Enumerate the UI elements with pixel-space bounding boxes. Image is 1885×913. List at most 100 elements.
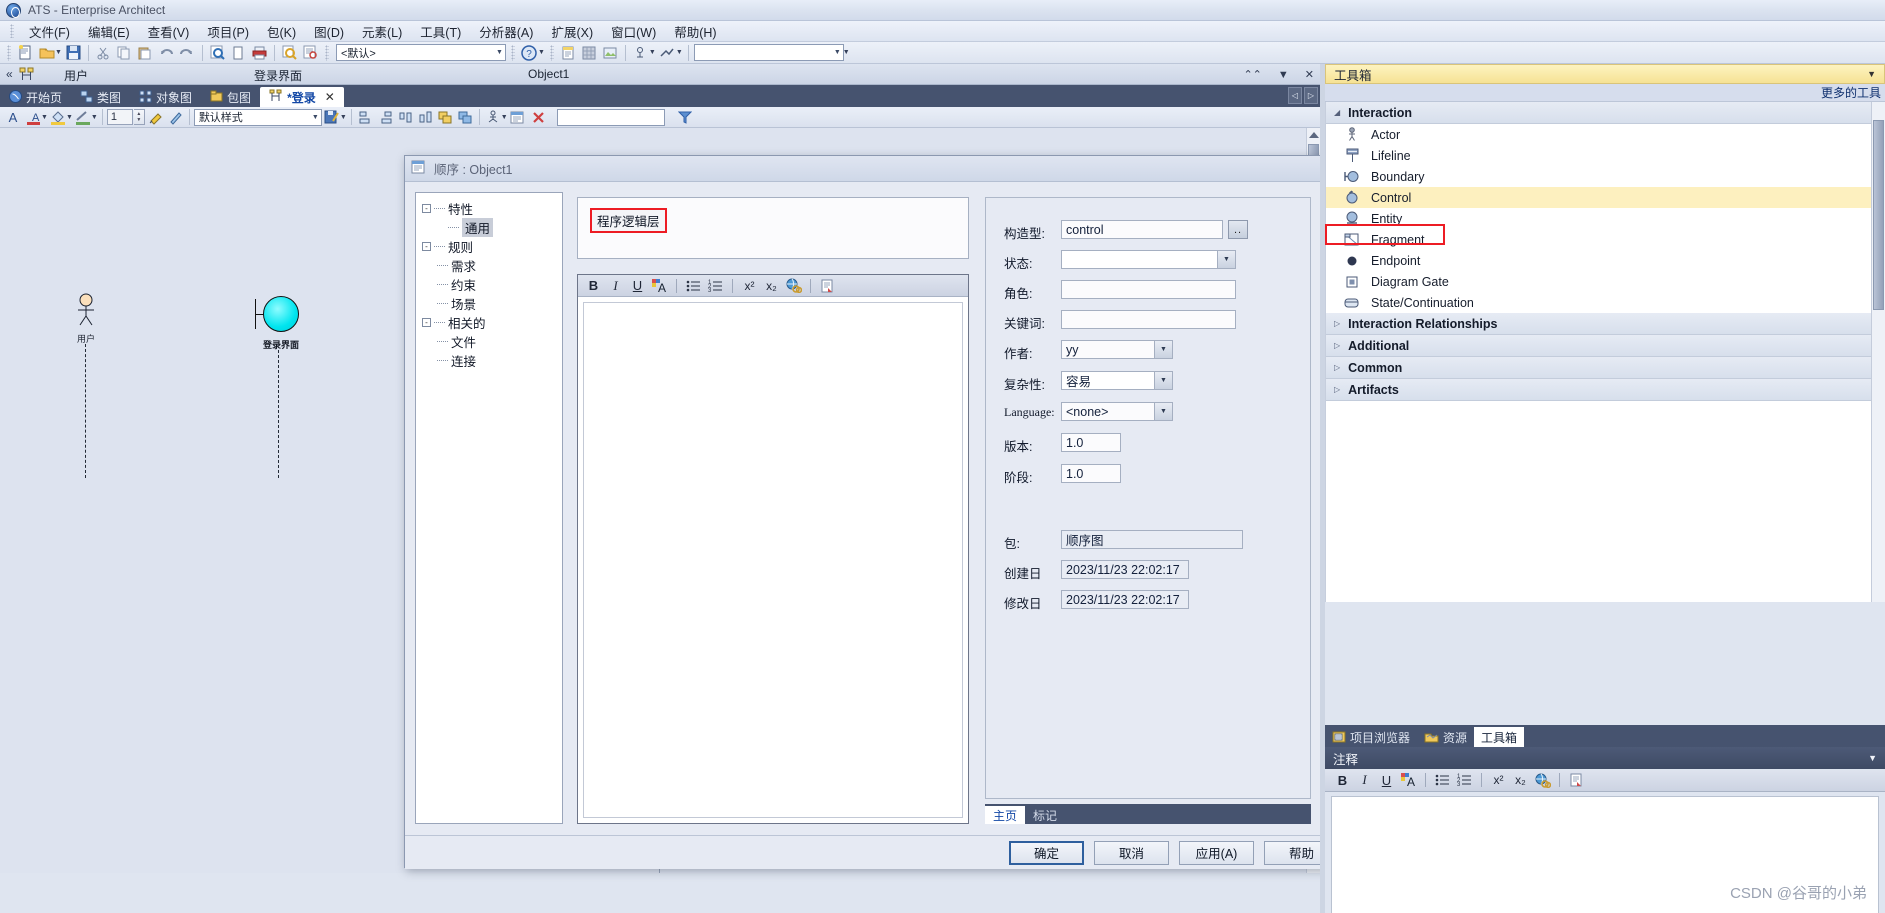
tree-node-links[interactable]: 连接 <box>422 351 562 370</box>
toolbar-grip-icon[interactable] <box>7 44 11 61</box>
toolbar-grip-4-icon[interactable] <box>549 44 554 61</box>
toolbox-group-interaction[interactable]: ◢ Interaction <box>1326 102 1871 124</box>
insert-document-icon-2[interactable] <box>1567 771 1586 789</box>
bold-icon-2[interactable]: B <box>1333 771 1352 789</box>
align-right-icon[interactable] <box>376 108 395 126</box>
tab-scroll-right-icon[interactable]: ▷ <box>1304 87 1318 104</box>
scroll-up-icon[interactable] <box>1309 132 1319 138</box>
tree-node-related[interactable]: - 相关的 <box>422 313 562 332</box>
cancel-button[interactable]: 取消 <box>1094 840 1169 865</box>
breadcrumb-dropdown-icon[interactable]: ▼ <box>1278 69 1289 81</box>
redo-icon[interactable] <box>178 44 197 62</box>
font-color-icon-2[interactable]: A <box>650 277 669 295</box>
toolbox-scroll-thumb[interactable] <box>1873 120 1884 310</box>
apply-button[interactable]: 应用(A) <box>1179 840 1254 865</box>
page-setup-icon[interactable] <box>229 44 248 62</box>
tab-package-diagram[interactable]: 包图 <box>201 88 260 107</box>
tree-node-constraints[interactable]: 约束 <box>422 275 562 294</box>
quick-notes-icon[interactable] <box>559 44 578 62</box>
subtab-main[interactable]: 主页 <box>985 806 1026 824</box>
line-style-icon[interactable] <box>658 44 677 62</box>
superscript-icon-2[interactable]: x² <box>1489 771 1508 789</box>
font-icon[interactable]: A <box>4 108 23 126</box>
notes-text-area[interactable] <box>583 302 963 818</box>
subscript-icon[interactable]: x₂ <box>762 277 781 295</box>
copy-icon[interactable] <box>115 44 134 62</box>
actor-lifeline[interactable] <box>85 344 86 478</box>
cut-icon[interactable] <box>94 44 113 62</box>
underline-icon-2[interactable]: U <box>1377 771 1396 789</box>
complexity-dropdown-icon[interactable]: ▼ <box>1154 371 1173 390</box>
phase-input[interactable]: 1.0 <box>1061 464 1121 483</box>
keywords-input[interactable] <box>1061 310 1236 329</box>
breadcrumb-back-icon[interactable]: « <box>0 67 19 81</box>
align-bottom-icon[interactable] <box>416 108 435 126</box>
menu-analyzer[interactable]: 分析器(A) <box>470 19 542 44</box>
insert-document-icon[interactable] <box>818 277 837 295</box>
toolbox-item-lifeline[interactable]: Lifeline <box>1326 145 1871 166</box>
subscript-icon-2[interactable]: x₂ <box>1511 771 1530 789</box>
diagram-properties-icon[interactable] <box>509 108 528 126</box>
auto-layout-dropdown-icon[interactable]: ▼ <box>649 49 656 56</box>
subtab-tags[interactable]: 标记 <box>1025 806 1065 824</box>
menu-view[interactable]: 查看(V) <box>139 19 199 44</box>
toolbox-item-actor[interactable]: Actor <box>1326 124 1871 145</box>
tab-class-diagram[interactable]: 类图 <box>71 88 130 107</box>
tree-node-requirements[interactable]: 需求 <box>422 256 562 275</box>
tab-object-diagram[interactable]: 对象图 <box>130 88 201 107</box>
image-icon[interactable] <box>601 44 620 62</box>
font-color-icon[interactable]: A <box>24 108 43 126</box>
boundary-element[interactable]: 登录界面 <box>255 296 307 351</box>
diagram-filter-input[interactable] <box>556 108 665 126</box>
open-file-dropdown-icon[interactable]: ▼ <box>55 49 62 56</box>
toolbox-menu-icon[interactable]: ▼ <box>1867 69 1876 79</box>
toolbox-item-control[interactable]: Control <box>1326 187 1871 208</box>
alias-input[interactable] <box>1061 280 1236 299</box>
menu-file[interactable]: 文件(F) <box>20 19 79 44</box>
menu-grip-icon[interactable] <box>10 24 14 38</box>
search-icon[interactable] <box>280 44 299 62</box>
tab-scroll-left-icon[interactable]: ◁ <box>1288 87 1302 104</box>
tab-login-sequence[interactable]: *登录 ✕ <box>260 87 344 107</box>
toolbox-item-boundary[interactable]: Boundary <box>1326 166 1871 187</box>
menu-edit[interactable]: 编辑(E) <box>79 19 139 44</box>
tree-expander-icon[interactable]: - <box>422 204 431 213</box>
language-dropdown-icon[interactable]: ▼ <box>1154 402 1173 421</box>
toolbar-search-input[interactable]: ▼ <box>693 44 844 61</box>
breadcrumb-segment-2[interactable]: 登录界面 <box>254 67 302 84</box>
fill-color-icon[interactable] <box>49 108 68 126</box>
menu-window[interactable]: 窗口(W) <box>602 19 665 44</box>
model-search-icon[interactable] <box>301 44 320 62</box>
toolbox-item-endpoint[interactable]: Endpoint <box>1326 250 1871 271</box>
stereotype-browse-button[interactable]: .. <box>1228 220 1248 239</box>
menu-package[interactable]: 包(K) <box>258 19 305 44</box>
numbered-list-icon[interactable]: 123 <box>706 277 725 295</box>
tree-node-rules[interactable]: - 规则 <box>422 237 562 256</box>
help-circle-icon[interactable]: ? <box>520 44 539 62</box>
new-file-icon[interactable] <box>16 44 35 62</box>
tree-node-general[interactable]: 通用 <box>422 218 562 237</box>
align-left-icon[interactable] <box>356 108 375 126</box>
toolbox-group-common[interactable]: ▷ Common <box>1326 357 1871 379</box>
breadcrumb-segment-1[interactable]: 用户 <box>64 67 88 84</box>
line-style-dropdown-icon[interactable]: ▼ <box>676 49 683 56</box>
tree-node-scenarios[interactable]: 场景 <box>422 294 562 313</box>
status-input[interactable] <box>1061 250 1236 269</box>
menu-project[interactable]: 项目(P) <box>198 19 258 44</box>
toolbox-group-interaction-relationships[interactable]: ▷ Interaction Relationships <box>1326 313 1871 335</box>
tree-expander-icon-2[interactable]: - <box>422 242 431 251</box>
help-dropdown-icon[interactable]: ▼ <box>538 49 545 56</box>
underline-icon[interactable]: U <box>628 277 647 295</box>
menu-help[interactable]: 帮助(H) <box>665 19 725 44</box>
tree-expander-icon-3[interactable]: - <box>422 318 431 327</box>
tree-node-features[interactable]: - 特性 <box>422 199 562 218</box>
italic-icon[interactable]: I <box>606 277 625 295</box>
print-icon[interactable] <box>250 44 269 62</box>
perspective-select[interactable]: <默认> ▼ <box>335 44 506 61</box>
notes-panel-menu-icon[interactable]: ▼ <box>1868 753 1877 763</box>
auto-layout-icon[interactable] <box>631 44 650 62</box>
menu-extensions[interactable]: 扩展(X) <box>542 19 602 44</box>
tab-start-page[interactable]: 开始页 <box>0 88 71 107</box>
toolbox-scrollbar[interactable] <box>1871 102 1885 602</box>
menu-diagram[interactable]: 图(D) <box>305 19 353 44</box>
